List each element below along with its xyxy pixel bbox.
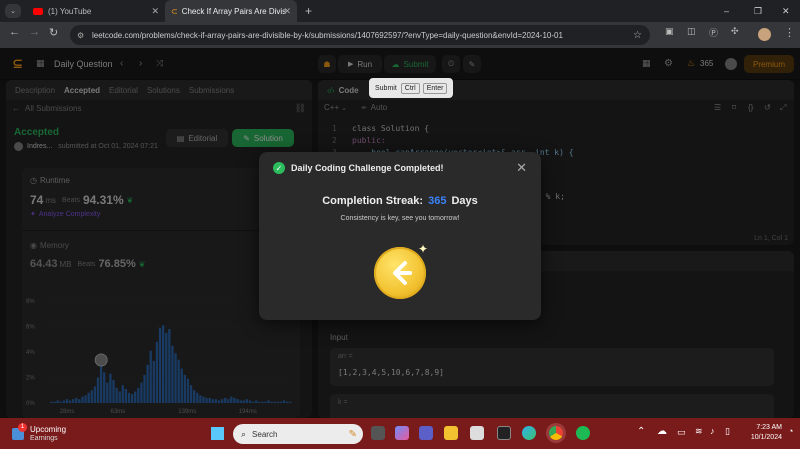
windows-taskbar: 1 Upcoming Earnings ⌕ Search ✎ ⌃ ☁ ▭ ≋ ♪… [0, 418, 800, 449]
weather-widget[interactable]: 1 Upcoming Earnings [10, 423, 100, 443]
search-icon: ⌕ [241, 428, 247, 439]
tab-youtube[interactable]: (1) YouTube ✕ [27, 0, 165, 22]
url-text: leetcode.com/problems/check-if-array-pai… [92, 30, 563, 40]
file-explorer-icon[interactable] [444, 426, 458, 440]
task-view-icon[interactable] [371, 426, 385, 440]
close-window-button[interactable]: ✕ [782, 6, 790, 17]
streak-label: Completion Streak: [322, 195, 424, 207]
taskbar-search[interactable]: ⌕ Search ✎ [233, 424, 363, 444]
forward-icon[interactable]: → [29, 26, 40, 38]
edge-icon[interactable] [522, 426, 536, 440]
battery-icon[interactable]: ▭ [677, 427, 686, 438]
notification-badge: 1 [18, 423, 27, 432]
tab-title: Check If Array Pairs Are Divisib [181, 6, 286, 16]
copilot-icon[interactable] [395, 426, 409, 440]
url-field[interactable]: ⚙ leetcode.com/problems/check-if-array-p… [70, 25, 650, 45]
minimize-button[interactable]: – [724, 6, 729, 16]
reload-icon[interactable]: ↻ [49, 26, 58, 39]
cloud-icon[interactable]: ☁ [657, 426, 667, 437]
time: 7:23 AM [756, 424, 782, 431]
volume-icon[interactable]: ♪ [710, 426, 715, 436]
teams-icon[interactable] [419, 426, 433, 440]
submit-shortcut-tooltip: Submit Ctrl Enter [369, 78, 454, 98]
tab-search-button[interactable]: ⌄ [5, 4, 21, 18]
search-highlight-icon: ✎ [348, 428, 357, 440]
extension-icon[interactable]: Ⓟ [709, 26, 718, 39]
leetcode-tab-icon: ⊂ [171, 6, 178, 16]
extension-icon[interactable]: ▣ [665, 26, 674, 37]
check-circle-icon: ✓ [273, 162, 285, 174]
wifi-icon[interactable]: ≋ [695, 426, 703, 437]
profile-avatar[interactable] [758, 28, 771, 41]
clock[interactable]: 7:23 AM 10/1/2024 [742, 423, 782, 443]
terminal-icon[interactable] [497, 426, 511, 440]
close-icon[interactable]: ✕ [516, 160, 527, 176]
address-bar-row: ← → ↻ ⚙ leetcode.com/problems/check-if-a… [0, 22, 800, 48]
store-icon[interactable] [470, 426, 484, 440]
date: 10/1/2024 [750, 434, 782, 441]
key-enter: Enter [422, 82, 448, 94]
back-icon[interactable]: ← [9, 26, 20, 38]
spotify-icon[interactable] [576, 426, 590, 440]
sparkle-icon: ✦ [418, 242, 429, 256]
tooltip-label: Submit [375, 84, 397, 92]
battery-status-icon[interactable]: ▯ [725, 426, 730, 437]
new-tab-button[interactable]: + [305, 4, 312, 18]
youtube-icon [33, 7, 43, 15]
widget-subtitle: Earnings [30, 435, 58, 442]
tab-title: (1) YouTube [48, 6, 92, 16]
daily-challenge-modal: ✓ Daily Coding Challenge Completed! ✕ Co… [259, 152, 541, 320]
browser-tab-bar: ⌄ (1) YouTube ✕ ⊂ Check If Array Pairs A… [0, 0, 800, 22]
completion-streak: Completion Streak: 365 Days [259, 195, 541, 207]
modal-title: Daily Coding Challenge Completed! [291, 163, 444, 173]
modal-header: ✓ Daily Coding Challenge Completed! [273, 162, 444, 174]
show-hidden-icons[interactable]: ⌃ [637, 426, 645, 437]
widget-title: Upcoming [30, 425, 67, 434]
tab-leetcode[interactable]: ⊂ Check If Array Pairs Are Divisib ✕ [165, 0, 297, 22]
site-info-icon[interactable]: ⚙ [77, 31, 84, 40]
maximize-button[interactable]: ❐ [754, 6, 762, 17]
streak-unit: Days [451, 195, 478, 207]
streak-value: 365 [428, 195, 447, 207]
key-ctrl: Ctrl [400, 82, 420, 94]
puzzle-icon[interactable]: ✣ [731, 26, 739, 37]
notifications-icon[interactable]: ◔ [788, 426, 793, 436]
bookmark-star-icon[interactable]: ☆ [633, 30, 642, 41]
extension-icon[interactable]: ◫ [687, 26, 696, 37]
search-placeholder: Search [252, 429, 278, 439]
windows-start-icon[interactable] [211, 427, 224, 440]
chrome-icon[interactable] [549, 426, 563, 440]
modal-subtitle: Consistency is key, see you tomorrow! [340, 215, 460, 222]
menu-kebab-icon[interactable]: ⋮ [784, 26, 795, 39]
close-tab-icon[interactable]: ✕ [283, 6, 291, 17]
close-tab-icon[interactable]: ✕ [151, 6, 159, 17]
